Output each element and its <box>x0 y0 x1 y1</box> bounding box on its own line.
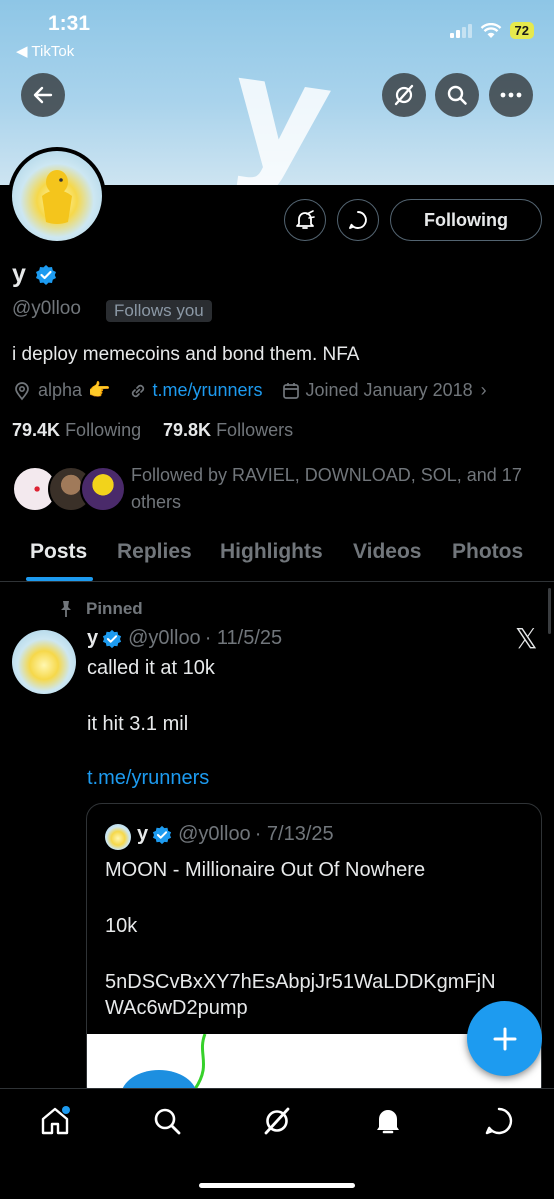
notify-button[interactable] <box>284 199 326 241</box>
profile-name: y <box>12 260 26 288</box>
avatar <box>80 466 126 512</box>
scrollbar[interactable] <box>548 588 551 634</box>
followed-by-line: others <box>131 492 182 512</box>
back-button[interactable] <box>21 73 65 117</box>
search-icon <box>447 85 467 105</box>
followed-by-text[interactable]: Followed by RAVIEL, DOWNLOAD, SOL, and 1… <box>131 462 541 516</box>
wifi-icon <box>480 22 501 38</box>
quote-text-line: WAc6wD2pump <box>105 997 248 1019</box>
explore-icon <box>154 1108 181 1135</box>
quote-author-handle: @y0lloo <box>178 823 251 845</box>
back-to-app-link[interactable]: ◀ TikTok <box>16 42 74 60</box>
profile-handle: @y0lloo <box>12 298 81 319</box>
tab-highlights[interactable]: Highlights <box>220 540 323 564</box>
post-author-handle[interactable]: @y0lloo <box>128 627 201 650</box>
profile-location: alpha <box>38 380 83 400</box>
follows-you-badge: Follows you <box>106 300 212 322</box>
active-tab-indicator <box>26 577 93 581</box>
message-button[interactable] <box>337 199 379 241</box>
post-link[interactable]: t.me/yrunners <box>87 767 209 790</box>
profile-name-row: y <box>12 260 57 289</box>
quote-date: · 7/13/25 <box>254 823 334 845</box>
home-indicator <box>199 1183 355 1188</box>
banner-letter: y <box>220 22 342 185</box>
nav-grok[interactable] <box>261 1105 293 1137</box>
following-count-link[interactable]: 79.4K Following <box>12 420 141 441</box>
back-arrow-icon <box>33 86 53 104</box>
x-logo-icon: 𝕏 <box>515 622 538 655</box>
notify-bell-icon <box>296 210 315 229</box>
post-author-avatar[interactable] <box>12 630 76 694</box>
search-button[interactable] <box>435 73 479 117</box>
followed-by-avatars[interactable] <box>12 466 126 514</box>
followers-count-link[interactable]: 79.8K Followers <box>163 420 293 441</box>
verified-icon <box>153 825 172 844</box>
quote-text-line: MOON - Millionaire Out Of Nowhere <box>105 859 426 881</box>
pinned-label: Pinned <box>86 599 143 618</box>
tab-replies[interactable]: Replies <box>117 540 192 564</box>
nav-messages[interactable] <box>483 1105 515 1137</box>
grok-button[interactable] <box>382 73 426 117</box>
pinned-indicator: Pinned <box>58 599 143 619</box>
quote-text-line: 5nDSCvBxXY7hEsAbpjJr51WaLDDKgmFjN <box>105 971 496 993</box>
quote-header: y @y0lloo · 7/13/25 <box>137 823 334 846</box>
verified-icon <box>103 629 122 648</box>
pin-icon <box>61 601 71 617</box>
signal-icon <box>449 23 472 38</box>
followers-count: 79.8K <box>163 420 212 440</box>
post-date[interactable]: · 11/5/25 <box>205 627 282 650</box>
avatar-figure <box>42 170 72 224</box>
location-emoji: 👉 <box>88 380 111 400</box>
compose-button[interactable] <box>467 1001 542 1076</box>
location-icon <box>15 381 29 400</box>
post-author-name[interactable]: y <box>87 627 98 650</box>
tab-photos[interactable]: Photos <box>452 540 523 564</box>
calendar-icon <box>282 382 299 399</box>
profile-bio: i deploy memecoins and bond them. NFA <box>12 344 360 365</box>
quote-text-line: 10k <box>105 915 138 937</box>
following-button[interactable]: Following <box>390 199 542 241</box>
tab-videos[interactable]: Videos <box>353 540 421 564</box>
messages-icon <box>485 1107 513 1135</box>
followed-by-line: Followed by RAVIEL, DOWNLOAD, SOL, and 1… <box>131 465 522 485</box>
status-icons: 72 <box>449 22 534 39</box>
message-icon <box>349 211 367 229</box>
verified-icon <box>35 265 56 286</box>
profile-tabs: Posts Replies Highlights Videos Photos <box>0 530 554 582</box>
home-icon <box>41 1106 70 1135</box>
nav-home[interactable] <box>39 1105 71 1137</box>
tab-posts[interactable]: Posts <box>30 540 87 564</box>
grok-nav-icon <box>264 1107 290 1135</box>
post-text-line: it hit 3.1 mil <box>87 713 189 735</box>
more-icon <box>500 92 522 98</box>
nav-notifications[interactable] <box>372 1105 404 1137</box>
followers-label: Followers <box>216 420 294 440</box>
link-icon <box>132 384 145 397</box>
notifications-icon <box>377 1110 399 1134</box>
quote-author-avatar <box>105 824 131 850</box>
status-time: 1:31 <box>48 12 91 35</box>
compose-plus-icon <box>493 1027 516 1050</box>
following-count: 79.4K <box>12 420 61 440</box>
profile-meta-row: alpha 👉 t.me/yrunners Joined January 201… <box>12 380 487 401</box>
more-button[interactable] <box>489 73 533 117</box>
quote-author-name: y <box>137 823 149 845</box>
profile-website-link[interactable]: t.me/yrunners <box>152 380 262 401</box>
chevron-right-icon[interactable]: › <box>481 380 487 401</box>
profile-avatar[interactable] <box>8 147 106 245</box>
post-text-line: called it at 10k <box>87 657 215 679</box>
battery-icon: 72 <box>509 22 534 39</box>
post-header: y @y0lloo · 11/5/25 <box>87 627 282 650</box>
nav-explore[interactable] <box>151 1105 183 1137</box>
following-label: Following <box>65 420 142 440</box>
profile-joined: Joined January 2018 <box>305 380 473 400</box>
grok-icon <box>394 84 414 106</box>
